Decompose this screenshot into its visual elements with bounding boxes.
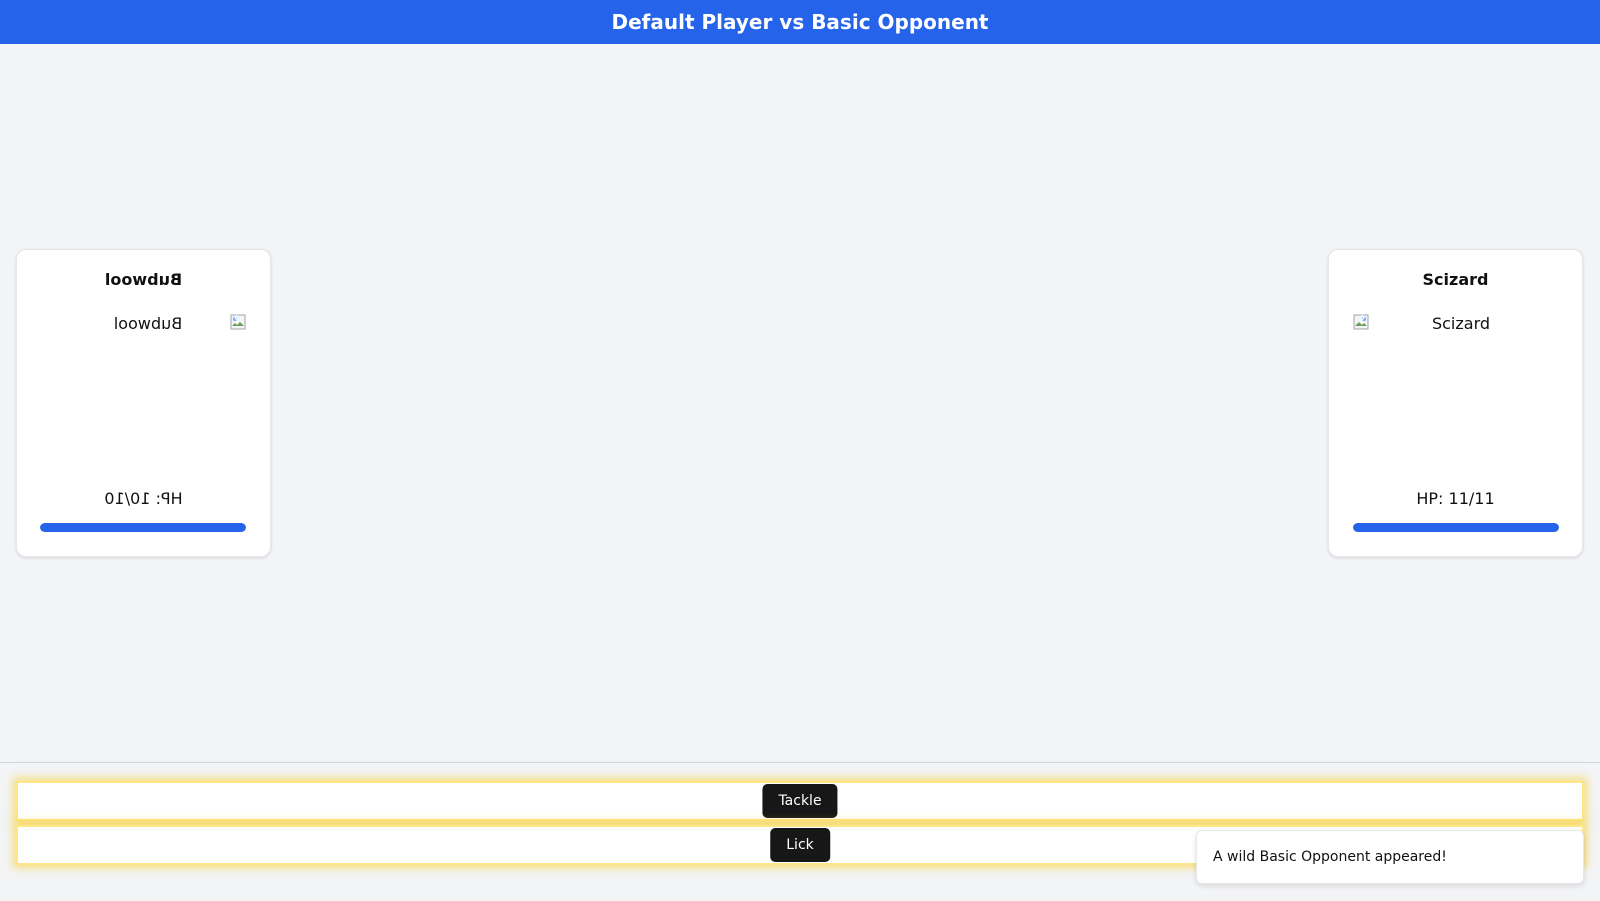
battle-header: Default Player vs Basic Opponent xyxy=(0,0,1600,44)
broken-image-icon xyxy=(230,314,246,330)
move-slot: Tackle xyxy=(16,781,1584,821)
opponent-hp-bar xyxy=(1353,523,1559,532)
battle-message-toast: A wild Basic Opponent appeared! xyxy=(1196,830,1584,884)
toast-message: A wild Basic Opponent appeared! xyxy=(1213,849,1447,865)
player-card-mirror: Bubwool Bubwool HP: 10/10 xyxy=(17,250,270,556)
player-sprite-alt: Bubwool xyxy=(113,313,183,333)
opponent-hp-fill xyxy=(1353,523,1559,532)
player-hp-text: HP: 10/10 xyxy=(104,489,183,508)
move-button-lick[interactable]: Lick xyxy=(770,828,830,862)
opponent-hp-text: HP: 11/11 xyxy=(1416,489,1495,508)
player-hp-bar xyxy=(40,523,246,532)
opponent-pokemon-name: Scizard xyxy=(1422,270,1489,289)
player-pokemon-card: Bubwool Bubwool HP: 10/10 xyxy=(16,249,271,557)
move-button-tackle[interactable]: Tackle xyxy=(762,784,838,818)
player-hp-fill xyxy=(40,523,246,532)
battle-title: Default Player vs Basic Opponent xyxy=(611,10,989,34)
broken-image-icon xyxy=(1353,314,1369,330)
opponent-pokemon-sprite: Scizard xyxy=(1353,312,1559,334)
opponent-pokemon-card: Scizard Scizard HP: 11/11 xyxy=(1328,249,1583,557)
player-pokemon-sprite: Bubwool xyxy=(40,312,246,334)
opponent-sprite-alt: Scizard xyxy=(1431,313,1491,333)
player-pokemon-name: Bubwool xyxy=(104,270,183,289)
